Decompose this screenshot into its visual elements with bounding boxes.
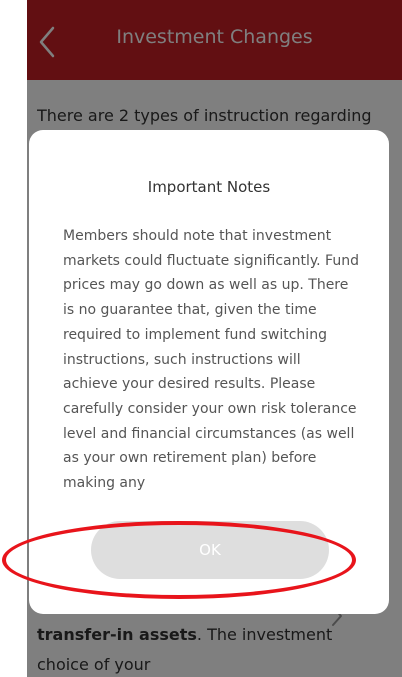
important-notes-dialog: Important Notes Members should note that… — [29, 130, 389, 614]
phone-screen: Investment Changes There are 2 types of … — [27, 0, 402, 677]
dialog-title: Important Notes — [147, 178, 271, 196]
dialog-body[interactable]: Members should note that investment mark… — [63, 224, 359, 502]
ok-button[interactable]: OK — [91, 521, 329, 579]
